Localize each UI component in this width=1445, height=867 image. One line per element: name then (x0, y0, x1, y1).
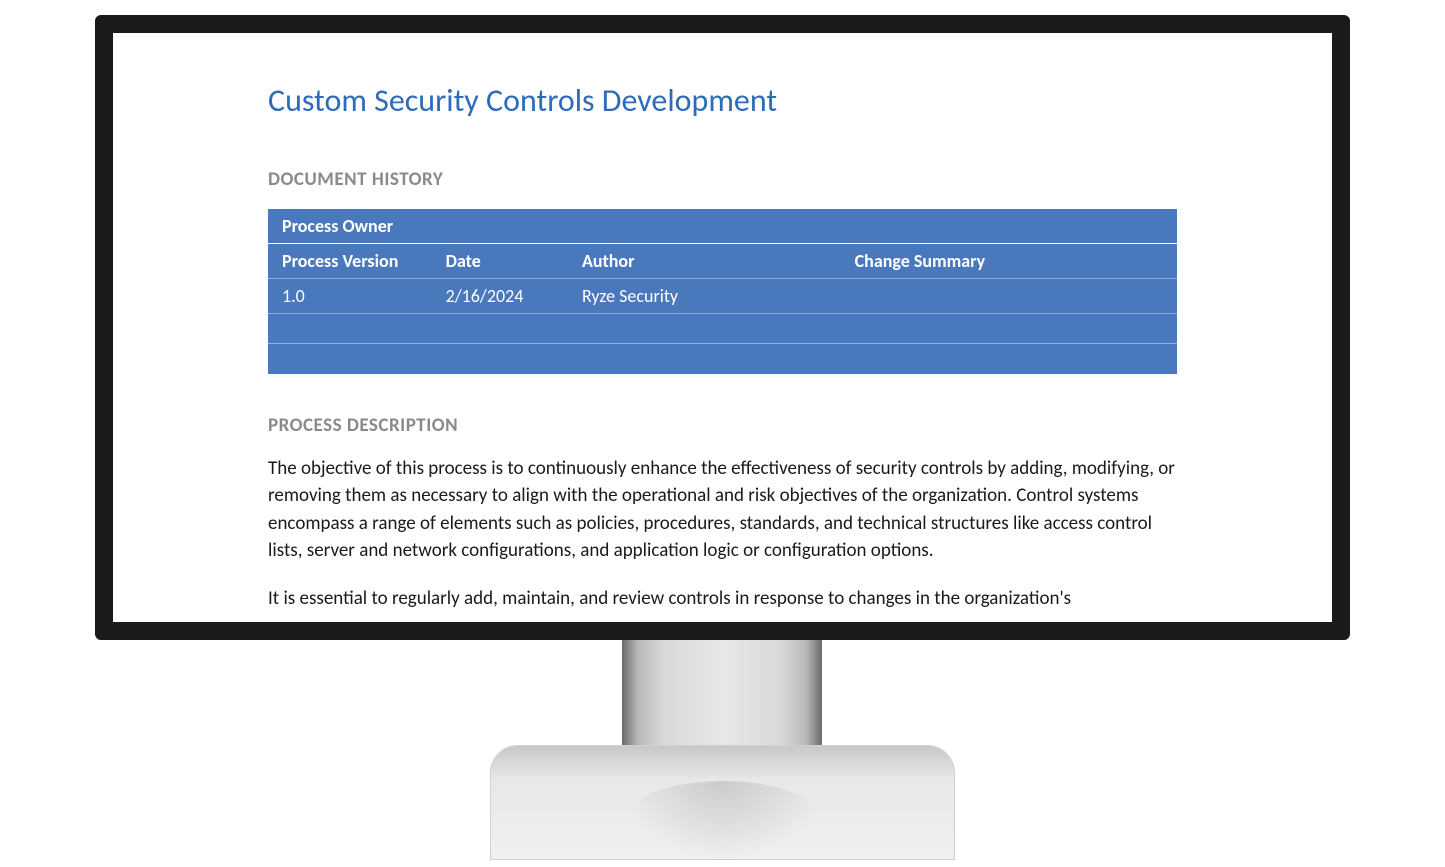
cell-date: 2/16/2024 (432, 279, 568, 314)
document-page: Custom Security Controls Development DOC… (113, 33, 1332, 612)
col-header-author: Author (568, 244, 841, 279)
monitor-stand-base (490, 745, 955, 860)
table-owner-row: Process Owner (268, 209, 1177, 244)
monitor-frame: Custom Security Controls Development DOC… (95, 15, 1350, 640)
table-header-row: Process Version Date Author Change Summa… (268, 244, 1177, 279)
document-history-table: Process Owner Process Version Date Autho… (268, 209, 1177, 374)
monitor-screen: Custom Security Controls Development DOC… (113, 33, 1332, 622)
document-title: Custom Security Controls Development (268, 81, 1177, 120)
table-row (268, 314, 1177, 344)
col-header-date: Date (432, 244, 568, 279)
col-header-version: Process Version (268, 244, 432, 279)
cell-version: 1.0 (268, 279, 432, 314)
section-heading-history: DOCUMENT HISTORY (268, 168, 1177, 191)
cell-author: Ryze Security (568, 279, 841, 314)
section-heading-description: PROCESS DESCRIPTION (268, 414, 1177, 437)
col-header-summary: Change Summary (841, 244, 1177, 279)
monitor-stand-shadow (623, 781, 823, 861)
description-paragraph: It is essential to regularly add, mainta… (268, 585, 1177, 613)
table-row (268, 344, 1177, 374)
description-paragraph: The objective of this process is to cont… (268, 455, 1177, 565)
cell-summary (841, 279, 1177, 314)
process-owner-label: Process Owner (268, 209, 1177, 244)
table-row: 1.0 2/16/2024 Ryze Security (268, 279, 1177, 314)
